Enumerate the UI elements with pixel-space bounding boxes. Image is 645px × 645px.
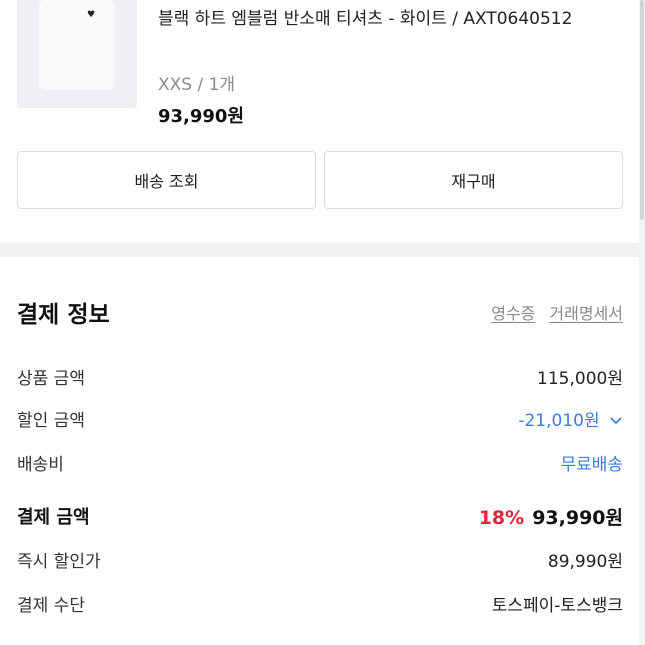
product-name[interactable]: 블랙 하트 엠블럼 반소매 티셔츠 - 화이트 / AXT0640512 (158, 4, 578, 35)
row-value: 115,000원 (537, 368, 623, 389)
row-shipping-fee: 배송비 무료배송 (17, 448, 623, 476)
chevron-down-icon (610, 416, 622, 424)
reorder-button[interactable]: 재구매 (324, 151, 623, 209)
discount-toggle[interactable]: -21,010원 (518, 406, 623, 431)
row-label: 결제 금액 (17, 507, 90, 528)
document-links: 영수증 거래명세서 (491, 300, 623, 324)
row-label: 즉시 할인가 (17, 551, 101, 572)
row-instant-discount-price: 즉시 할인가 89,990원 (17, 545, 623, 573)
row-payment-method: 결제 수단 토스페이-토스뱅크 (17, 589, 623, 617)
row-value: 토스페이-토스뱅크 (491, 595, 623, 616)
product-summary: ♥ 블랙 하트 엠블럼 반소매 티셔츠 - 화이트 / AXT0640512 X… (0, 0, 645, 140)
row-value: -21,010원 (518, 410, 600, 431)
product-option: XXS / 1개 (158, 75, 236, 95)
row-label: 할인 금액 (17, 410, 85, 431)
statement-link[interactable]: 거래명세서 (549, 304, 623, 323)
row-product-amount: 상품 금액 115,000원 (17, 362, 623, 390)
row-value: 93,990원 (532, 506, 623, 529)
row-value: 무료배송 (560, 454, 623, 475)
track-delivery-button[interactable]: 배송 조회 (17, 151, 316, 209)
row-payment-amount: 결제 금액 18% 93,990원 (17, 502, 623, 530)
payment-info-title: 결제 정보 (17, 302, 110, 328)
section-divider (0, 243, 639, 257)
row-label: 상품 금액 (17, 368, 85, 389)
row-label: 배송비 (17, 454, 64, 475)
heart-icon: ♥ (87, 10, 96, 20)
discount-rate: 18% (478, 506, 525, 529)
receipt-link[interactable]: 영수증 (491, 304, 535, 323)
row-label: 결제 수단 (17, 595, 85, 616)
row-value-group: 18% 93,990원 (479, 503, 623, 530)
shirt-image (39, 0, 115, 90)
row-value: 89,990원 (547, 551, 623, 572)
row-discount-amount[interactable]: 할인 금액 -21,010원 (17, 404, 623, 432)
product-price: 93,990원 (158, 106, 245, 127)
product-image[interactable]: ♥ (17, 0, 137, 108)
